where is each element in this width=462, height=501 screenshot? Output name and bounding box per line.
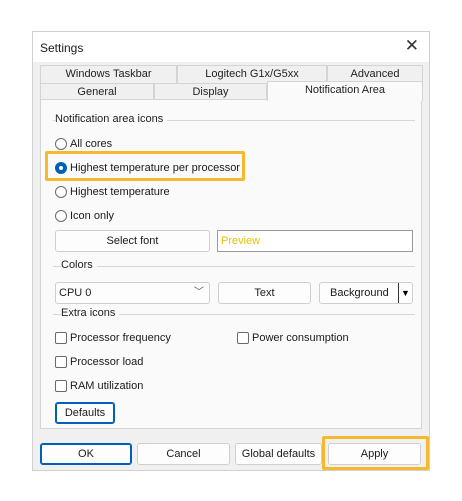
checkbox-label: Power consumption [252, 332, 349, 344]
defaults-button[interactable]: Defaults [55, 402, 115, 424]
radio-indicator[interactable] [55, 210, 67, 222]
checkbox-ram-utilization[interactable]: RAM utilization [55, 378, 143, 394]
radio-indicator[interactable] [55, 138, 67, 150]
background-button-label: Background [330, 287, 389, 299]
radio-label: All cores [70, 138, 113, 150]
checkbox-box[interactable] [55, 380, 67, 392]
notification-area-panel: Notification area icons All cores Highes… [40, 99, 422, 429]
radio-highest-temperature-per-processor[interactable]: Highest temperature per processor [55, 160, 240, 176]
background-color-button[interactable]: Background ▼ [319, 282, 413, 304]
settings-dialog: Settings ✕ Windows Taskbar Logitech G1x/… [32, 31, 430, 471]
checkbox-label: Processor load [70, 356, 144, 368]
cpu-select-value: CPU 0 [59, 287, 92, 299]
select-font-button[interactable]: Select font [55, 230, 210, 252]
checkbox-box[interactable] [55, 356, 67, 368]
checkbox-label: Processor frequency [70, 332, 171, 344]
chevron-down-icon: ﹀ [194, 287, 204, 298]
cancel-button[interactable]: Cancel [137, 443, 230, 465]
checkbox-processor-load[interactable]: Processor load [55, 354, 143, 370]
checkbox-processor-frequency[interactable]: Processor frequency [55, 330, 171, 346]
cpu-select[interactable]: CPU 0 ﹀ [55, 282, 210, 304]
global-defaults-button[interactable]: Global defaults [235, 443, 322, 465]
apply-button[interactable]: Apply [328, 443, 421, 465]
radio-all-cores[interactable]: All cores [55, 136, 112, 152]
radio-label: Icon only [70, 210, 115, 222]
tab-windows-taskbar[interactable]: Windows Taskbar [40, 65, 177, 83]
colors-group-label: Colors [61, 259, 97, 271]
dropdown-arrow-icon[interactable]: ▼ [398, 283, 412, 303]
checkbox-label: RAM utilization [70, 380, 144, 392]
radio-indicator-selected[interactable] [55, 162, 67, 174]
notification-group-label: Notification area icons [55, 113, 168, 125]
title-bar: Settings ✕ [33, 32, 429, 62]
radio-icon-only[interactable]: Icon only [55, 208, 114, 224]
extra-icons-group-label: Extra icons [61, 307, 120, 319]
radio-label: Highest temperature [70, 186, 170, 198]
font-preview-box: Preview [217, 230, 413, 252]
checkbox-box[interactable] [237, 332, 249, 344]
radio-highest-temperature[interactable]: Highest temperature [55, 184, 170, 200]
ok-button[interactable]: OK [40, 443, 132, 465]
checkbox-box[interactable] [55, 332, 67, 344]
radio-label: Highest temperature per processor [70, 162, 240, 174]
text-color-button[interactable]: Text [218, 282, 311, 304]
radio-indicator[interactable] [55, 186, 67, 198]
close-icon[interactable]: ✕ [405, 37, 419, 54]
checkbox-power-consumption[interactable]: Power consumption [237, 330, 349, 346]
window-title: Settings [40, 41, 84, 55]
tab-notification-area[interactable]: Notification Area [267, 81, 423, 101]
group-divider [53, 266, 415, 267]
